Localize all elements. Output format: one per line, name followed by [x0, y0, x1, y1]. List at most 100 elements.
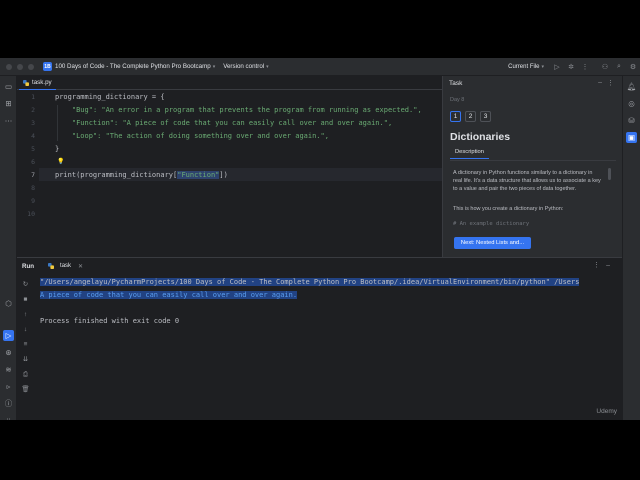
project-badge: 1B [43, 62, 52, 71]
titlebar-actions: Current File ▾ ▷ ✲ ⋮ ⚇ ⌕ ⚙ [508, 58, 640, 76]
code-line-1: programming_dictionary = { [55, 93, 165, 101]
run-panel: Run task ✕ ⋮– ↻ ■ ↑ ↓ ≡ ⇊ ⎙ 🗑︎ "/Users/a… [17, 257, 622, 420]
notifications-icon[interactable]: 🔔︎ [626, 81, 637, 92]
structure-icon[interactable]: ⊞ [3, 98, 14, 109]
minimize-window-button[interactable] [17, 63, 23, 70]
day-label: Day 8 [450, 97, 465, 103]
run-tool-icon[interactable]: ▷ [3, 330, 14, 341]
code-text: ]) [219, 171, 228, 179]
run-toolbar: ↻ ■ ↑ ↓ ≡ ⇊ ⎙ 🗑︎ [17, 274, 35, 420]
trash-icon[interactable]: 🗑︎ [21, 385, 30, 394]
udemy-watermark: Udemy [596, 408, 617, 415]
step-button-3[interactable]: 3 [480, 111, 491, 122]
console-command-line: "/Users/angelayu/PycharmProjects/100 Day… [40, 278, 580, 286]
scroll-to-end-icon[interactable]: ⇊ [21, 355, 30, 364]
down-icon[interactable]: ↓ [21, 325, 30, 334]
task-title: Dictionaries [450, 131, 511, 143]
chevron-down-icon: ▾ [541, 64, 544, 70]
problems-icon[interactable]: ⓘ [3, 398, 14, 409]
left-tool-strip: ▭ ⊞ ⋯ ⬡ ▷ ⊛ ≋ ▹ ⓘ ⑂ [0, 76, 17, 420]
editor-tab-bar: task.py [17, 76, 442, 90]
dict-key: "Function" [71, 119, 115, 127]
python-file-icon [23, 79, 29, 86]
more-tools-icon[interactable]: ⋯ [3, 115, 14, 126]
code-text: programming_dictionary = { [55, 93, 165, 101]
code-text: } [55, 145, 60, 153]
code-line-3: "Function": "A piece of code that you ca… [55, 119, 392, 127]
code-text: print [55, 171, 77, 179]
right-tool-strip: 🔔︎ ◎ ⛁ ▣ [622, 76, 640, 420]
ai-assistant-icon[interactable]: ◎ [626, 98, 637, 109]
ide-window: 1B 100 Days of Code - The Complete Pytho… [0, 58, 640, 420]
step-button-2[interactable]: 2 [465, 111, 476, 122]
maximize-window-button[interactable] [28, 63, 34, 70]
python-console-icon[interactable]: ⊛ [3, 347, 14, 358]
code-text: : "An error in a program that prevents t… [92, 106, 422, 114]
line-number: 7 [31, 171, 35, 179]
git-icon[interactable]: ⑂ [3, 415, 14, 420]
database-icon[interactable]: ⛁ [626, 115, 637, 126]
user-icon[interactable]: ⚇ [598, 63, 612, 71]
line-number: 10 [27, 210, 35, 218]
debug-icon[interactable]: ✲ [564, 63, 578, 71]
scrollbar[interactable] [608, 168, 611, 180]
window-controls [6, 63, 34, 70]
description-paragraph: This is how you create a dictionary in P… [453, 206, 564, 212]
print-icon[interactable]: ⎙ [21, 370, 30, 379]
lightbulb-icon[interactable]: 💡 [57, 158, 64, 165]
console-output[interactable]: "/Users/angelayu/PycharmProjects/100 Day… [37, 274, 622, 420]
code-editor[interactable]: 1 2 3 4 5 6 7 8 9 10 programming_diction… [17, 90, 442, 257]
terminal-icon[interactable]: ▹ [3, 381, 14, 392]
title-bar: 1B 100 Days of Code - The Complete Pytho… [0, 58, 640, 76]
chevron-down-icon: ▾ [212, 63, 216, 70]
run-header: Run task ✕ ⋮– [17, 258, 622, 274]
course-task-icon[interactable]: ▣ [626, 132, 637, 143]
line-number: 2 [31, 106, 35, 114]
project-folder-icon[interactable]: ▭ [3, 81, 14, 92]
python-file-icon [48, 263, 55, 269]
version-control-dropdown[interactable]: Version control [223, 63, 264, 70]
dict-key: "Loop" [71, 132, 98, 140]
tab-task-py[interactable]: task.py [19, 76, 56, 90]
search-icon[interactable]: ⌕ [612, 63, 626, 71]
up-icon[interactable]: ↑ [21, 310, 30, 319]
next-task-button[interactable]: Next: Nested Lists and... [454, 237, 531, 249]
tab-description[interactable]: Description [450, 147, 489, 159]
stop-icon[interactable]: ■ [21, 295, 30, 304]
line-number: 1 [31, 93, 35, 101]
close-window-button[interactable] [6, 63, 12, 70]
line-number-gutter: 1 2 3 4 5 6 7 8 9 10 [17, 90, 39, 257]
tab-label: task.py [32, 79, 52, 86]
console-output-line: A piece of code that you can easily call… [40, 291, 298, 299]
python-packages-icon[interactable]: ⬡ [3, 298, 14, 309]
close-icon[interactable]: ✕ [78, 263, 83, 270]
chevron-down-icon: ▾ [266, 63, 269, 70]
description-code: # An example dictionary [453, 221, 530, 227]
rerun-icon[interactable]: ↻ [21, 280, 30, 289]
step-button-1[interactable]: 1 [450, 111, 461, 122]
task-steps: 1 2 3 [450, 111, 491, 122]
run-tab-task[interactable]: task ✕ [48, 263, 83, 270]
soft-wrap-icon[interactable]: ≡ [21, 340, 30, 349]
run-config-dropdown[interactable]: Current File [508, 64, 539, 70]
code-line-4: "Loop": "The action of doing something o… [55, 132, 329, 140]
line-number: 5 [31, 145, 35, 153]
run-icon[interactable]: ▷ [550, 63, 564, 71]
code-line-7: print(programming_dictionary["Function"]… [55, 171, 228, 179]
services-icon[interactable]: ≋ [3, 364, 14, 375]
code-text: : "The action of doing something over an… [97, 132, 329, 140]
run-tab-label: task [60, 263, 72, 269]
settings-icon[interactable]: ⚙ [626, 63, 640, 71]
project-name-dropdown[interactable]: 100 Days of Code - The Complete Python P… [55, 63, 211, 70]
line-number: 6 [31, 158, 35, 166]
dict-key: "Bug" [71, 106, 93, 114]
task-pane-title: Task [449, 80, 463, 87]
line-number: 8 [31, 184, 35, 192]
console-exit-line: Process finished with exit code 0 [40, 317, 180, 325]
more-options-icon[interactable]: ⋮ [607, 79, 614, 87]
minimize-icon[interactable]: – [598, 79, 602, 86]
code-line-5: } [55, 145, 59, 153]
run-panel-title: Run [22, 262, 35, 270]
panel-options-icon[interactable]: ⋮– [593, 261, 616, 269]
more-actions-icon[interactable]: ⋮ [578, 63, 592, 71]
